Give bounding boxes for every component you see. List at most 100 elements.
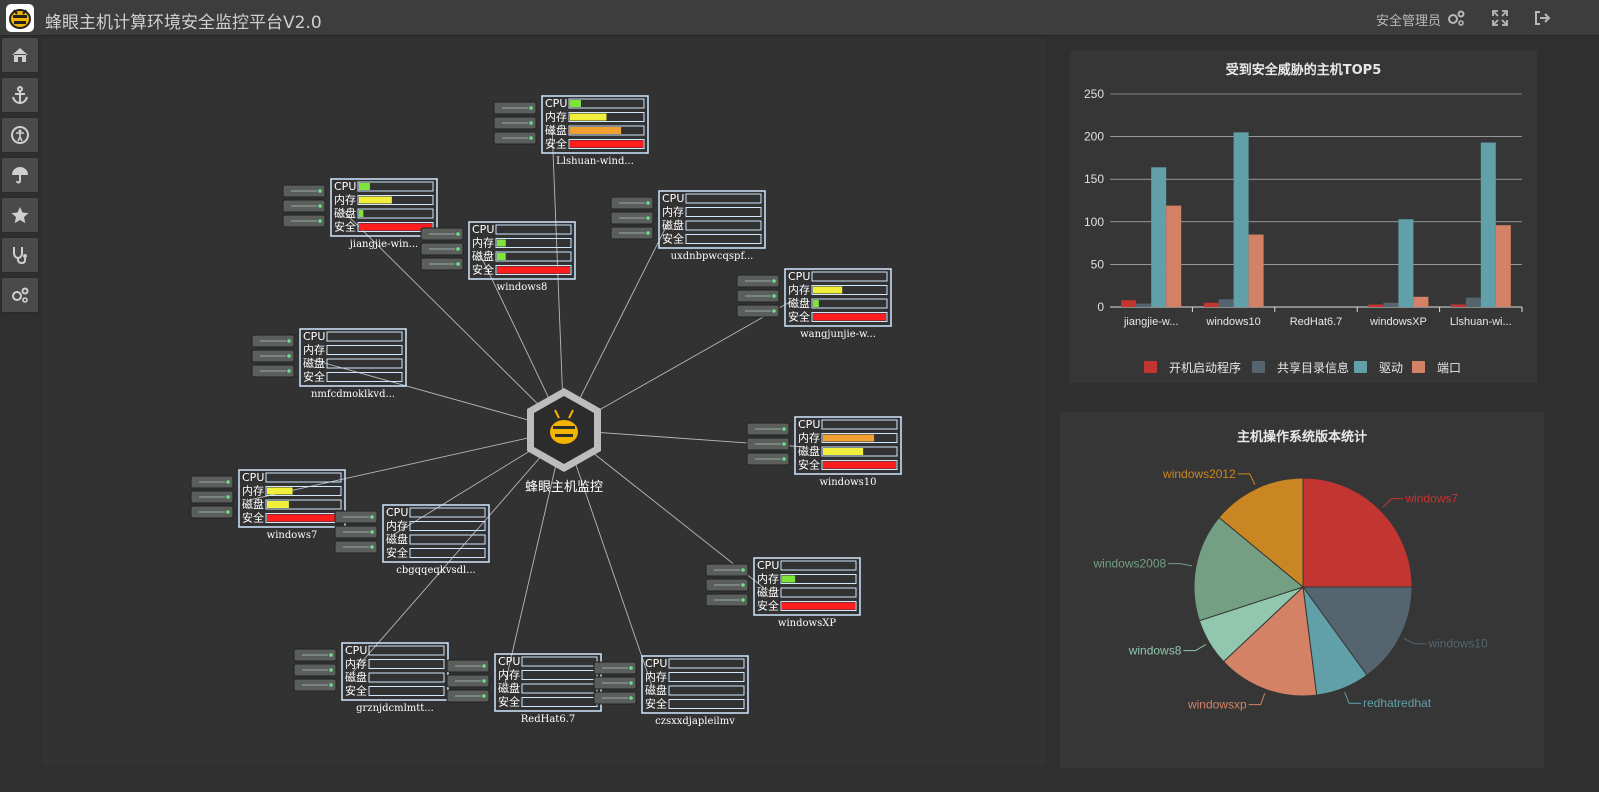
sidebar-item-settings[interactable] bbox=[1, 277, 39, 313]
metric-label: 磁盘 bbox=[788, 296, 810, 310]
metric-label: 安全 bbox=[472, 263, 494, 277]
bar[interactable] bbox=[1248, 234, 1264, 307]
bar[interactable] bbox=[1398, 219, 1414, 307]
legend-item[interactable]: 共享目录信息 bbox=[1252, 360, 1349, 375]
host-node[interactable]: CPU内存磁盘安全windows7 bbox=[190, 469, 346, 541]
host-name: czsxxdjapleilmv bbox=[655, 716, 735, 727]
pie-slice[interactable] bbox=[1302, 477, 1413, 588]
pie-label: windows8 bbox=[1128, 644, 1182, 658]
metric-label: 安全 bbox=[545, 137, 567, 151]
sidebar-item-stethoscope[interactable] bbox=[1, 237, 39, 273]
metric-label: CPU bbox=[545, 97, 567, 110]
bar[interactable] bbox=[1495, 225, 1511, 307]
pie-label-line bbox=[1403, 637, 1427, 645]
host-node[interactable]: CPU内存磁盘安全 windowsXP bbox=[705, 557, 861, 629]
host-node[interactable]: CPU内存磁盘安全RedHat6.7 bbox=[446, 653, 602, 725]
x-tick-label: jiangjie-w... bbox=[1123, 316, 1178, 328]
host-node[interactable]: CPU内存磁盘安全 uxdnbpwcqspf... bbox=[610, 190, 766, 262]
metric-bar-track bbox=[495, 251, 572, 262]
host-node[interactable]: CPU内存磁盘安全windows8 bbox=[420, 221, 576, 293]
host-node[interactable]: CPU内存磁盘安全 czsxxdjapleilmv bbox=[593, 655, 749, 727]
host-node[interactable]: CPU内存磁盘安全 jiangjie-win... bbox=[282, 178, 438, 250]
legend-swatch bbox=[1412, 361, 1425, 373]
host-name: windows8 bbox=[497, 282, 548, 293]
metric-bar-fill bbox=[359, 183, 370, 190]
metric-label: 安全 bbox=[757, 599, 779, 613]
bar[interactable] bbox=[1121, 300, 1137, 307]
pie-label: windows2012 bbox=[1162, 467, 1236, 481]
sidebar-item-umbrella[interactable] bbox=[1, 157, 39, 193]
sidebar-item-accessibility[interactable] bbox=[1, 117, 39, 153]
host-name: cbgqqeqkvsdl... bbox=[396, 565, 476, 576]
metric-label: 内存 bbox=[242, 484, 264, 498]
metric-bar-track bbox=[409, 507, 486, 518]
pie-label: windows10 bbox=[1427, 637, 1488, 651]
legend-item[interactable]: 开机启动程序 bbox=[1144, 360, 1241, 375]
pie-label: windowsxp bbox=[1187, 698, 1247, 712]
bar[interactable] bbox=[1480, 142, 1496, 307]
bar[interactable] bbox=[1413, 296, 1429, 307]
bar[interactable] bbox=[1368, 304, 1384, 307]
sidebar-item-anchor[interactable] bbox=[1, 77, 39, 113]
metric-bar-track bbox=[521, 656, 598, 667]
host-link bbox=[504, 429, 565, 685]
top-bar: 蜂眼主机计算环境安全监控平台V2.0 安全管理员 bbox=[0, 0, 1599, 36]
metric-label: 内存 bbox=[386, 519, 408, 533]
umbrella-icon bbox=[12, 167, 28, 184]
y-tick-label: 50 bbox=[1091, 257, 1105, 271]
stethoscope-icon bbox=[13, 247, 27, 265]
host-node[interactable]: CPU内存磁盘安全 grznjdcmlmtt... bbox=[293, 642, 449, 714]
metric-label: 安全 bbox=[662, 232, 684, 246]
metric-bar-track bbox=[368, 659, 445, 669]
sidebar-item-star[interactable] bbox=[1, 197, 39, 233]
metric-bar-fill bbox=[570, 140, 643, 148]
bar[interactable] bbox=[1166, 205, 1182, 307]
metric-label: 磁盘 bbox=[757, 585, 779, 599]
metric-bar-track bbox=[521, 670, 598, 680]
metric-label: 磁盘 bbox=[798, 444, 820, 458]
bar[interactable] bbox=[1151, 167, 1167, 307]
settings-icon bbox=[12, 287, 29, 303]
metric-bar-fill bbox=[813, 313, 886, 321]
metric-bar-track bbox=[409, 521, 486, 531]
bar[interactable] bbox=[1218, 299, 1234, 307]
legend-swatch bbox=[1252, 361, 1265, 373]
bar[interactable] bbox=[1450, 304, 1466, 307]
metric-bar-track bbox=[685, 207, 762, 217]
bar[interactable] bbox=[1233, 132, 1249, 307]
y-tick-label: 100 bbox=[1084, 215, 1104, 229]
pie-label: windows7 bbox=[1404, 492, 1458, 506]
legend-item[interactable]: 驱动 bbox=[1354, 361, 1403, 375]
host-name: RedHat6.7 bbox=[521, 714, 575, 725]
metric-label: 磁盘 bbox=[498, 681, 520, 695]
threat-top5-panel: 受到安全威胁的主机TOP5 0 50 100 150 200 250 jiangjie-w.… bbox=[1070, 50, 1537, 383]
host-node[interactable]: CPU内存磁盘安全 Llshuan-wind... bbox=[493, 95, 649, 167]
metric-bar-track bbox=[668, 685, 745, 696]
settings-icon[interactable] bbox=[1446, 8, 1466, 28]
bar[interactable] bbox=[1203, 302, 1219, 307]
metric-label: 安全 bbox=[303, 370, 325, 384]
host-node[interactable]: CPU内存磁盘安全 wangjunjie-w... bbox=[736, 268, 892, 340]
bar[interactable] bbox=[1383, 302, 1399, 307]
bar[interactable] bbox=[1465, 297, 1481, 307]
user-menu[interactable]: 安全管理员 bbox=[1376, 10, 1441, 29]
bar[interactable] bbox=[1136, 303, 1152, 307]
legend-item[interactable]: 端口 bbox=[1412, 361, 1461, 375]
host-link bbox=[551, 125, 565, 431]
sidebar bbox=[0, 37, 40, 317]
host-node[interactable]: CPU内存磁盘安全 cbgqqeqkvsdl... bbox=[334, 504, 490, 576]
metric-bar-fill bbox=[570, 113, 607, 121]
accessibility-icon bbox=[11, 126, 29, 144]
logout-icon[interactable] bbox=[1532, 8, 1552, 28]
host-node[interactable]: CPU内存磁盘安全 windows10 bbox=[746, 416, 902, 488]
fullscreen-icon[interactable] bbox=[1490, 8, 1510, 28]
metric-bar-fill bbox=[782, 575, 796, 583]
metric-label: CPU bbox=[788, 270, 810, 283]
sidebar-item-home[interactable] bbox=[1, 37, 39, 73]
host-name: nmfcdmoklkvd... bbox=[311, 389, 395, 400]
metric-label: 内存 bbox=[757, 572, 779, 586]
metric-bar-track bbox=[668, 672, 745, 682]
metric-bar-fill bbox=[813, 286, 843, 294]
monitor-center-node[interactable]: 蜂眼主机监控 bbox=[525, 388, 603, 495]
metric-bar-fill bbox=[782, 602, 855, 610]
